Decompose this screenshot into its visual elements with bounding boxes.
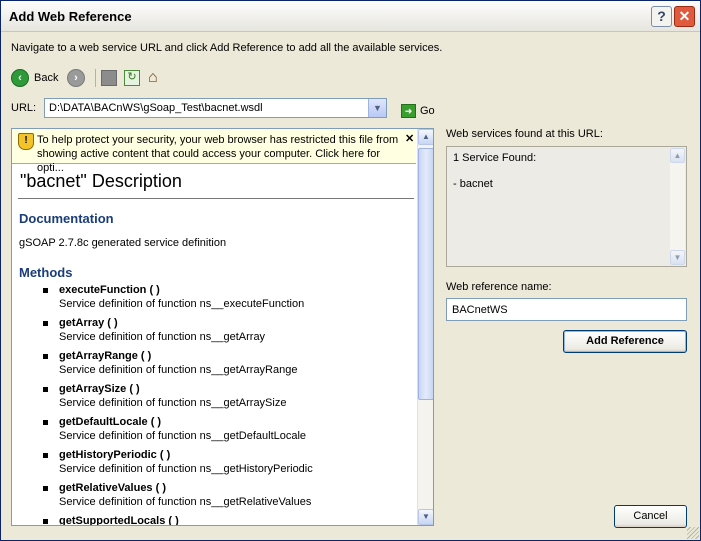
- method-description: Service definition of function ns__getHi…: [59, 463, 313, 475]
- url-label: URL:: [11, 102, 37, 114]
- bullet-icon: [43, 288, 48, 293]
- stop-icon: [101, 70, 117, 86]
- method-list-item: getSupportedLocals ( ): [12, 513, 416, 525]
- home-button[interactable]: ⌂: [148, 68, 158, 88]
- go-button[interactable]: ➜ Go: [401, 104, 435, 118]
- method-parens: ( ): [104, 317, 118, 329]
- method-name-link[interactable]: getDefaultLocale: [59, 416, 148, 428]
- bullet-icon: [43, 453, 48, 458]
- home-icon: ⌂: [148, 69, 158, 86]
- method-description: Service definition of function ns__getAr…: [59, 364, 298, 376]
- bullet-icon: [43, 519, 48, 524]
- method-name-link[interactable]: executeFunction: [59, 284, 146, 296]
- method-description: Service definition of function ns__execu…: [59, 298, 305, 310]
- documentation-text: gSOAP 2.7.8c generated service definitio…: [19, 237, 227, 249]
- method-parens: ( ): [147, 416, 162, 428]
- services-found-list: 1 Service Found: - bacnet ▲ ▼: [446, 146, 687, 267]
- scroll-down-arrow-icon[interactable]: ▼: [418, 509, 433, 525]
- method-description: Service definition of function ns__getDe…: [59, 430, 307, 442]
- instruction-text: Navigate to a web service URL and click …: [11, 42, 443, 54]
- method-list-item: executeFunction ( ) Service definition o…: [12, 282, 416, 314]
- bullet-icon: [43, 354, 48, 359]
- method-parens: ( ): [126, 383, 140, 395]
- forward-arrow-icon: ›: [67, 69, 85, 87]
- method-list-item: getArraySize ( ) Service definition of f…: [12, 381, 416, 413]
- services-scroll-up-icon: ▲: [670, 148, 685, 163]
- method-list-item: getArrayRange ( ) Service definition of …: [12, 348, 416, 380]
- bullet-icon: [43, 321, 48, 326]
- method-name-link[interactable]: getArray: [59, 317, 104, 329]
- browser-vertical-scrollbar[interactable]: ▲ ▼: [417, 129, 433, 525]
- service-item: - bacnet: [453, 178, 493, 190]
- refresh-button[interactable]: ↻: [124, 68, 140, 88]
- method-parens: ( ): [156, 449, 171, 461]
- service-count-text: 1 Service Found:: [453, 152, 537, 164]
- back-arrow-icon: ‹: [11, 69, 29, 87]
- refresh-icon: ↻: [124, 70, 140, 86]
- method-parens: ( ): [137, 350, 152, 362]
- scroll-up-arrow-icon[interactable]: ▲: [418, 129, 433, 145]
- method-name-link[interactable]: getRelativeValues: [59, 482, 153, 494]
- cancel-button[interactable]: Cancel: [614, 505, 687, 528]
- methods-heading: Methods: [19, 265, 73, 280]
- services-scrollbar: ▲ ▼: [670, 148, 685, 265]
- go-label: Go: [420, 105, 435, 117]
- back-label: Back: [34, 72, 59, 84]
- url-value: D:\DATA\BACnWS\gSoap_Test\bacnet.wsdl: [49, 102, 263, 114]
- infobar-close-icon[interactable]: ✕: [405, 132, 414, 145]
- method-description: Service definition of function ns__getAr…: [59, 331, 266, 343]
- resize-grip[interactable]: [687, 527, 699, 539]
- title-divider: [18, 198, 414, 199]
- method-list-item: getHistoryPeriodic ( ) Service definitio…: [12, 447, 416, 479]
- close-button[interactable]: ✕: [674, 6, 695, 27]
- description-title: "bacnet" Description: [20, 171, 182, 191]
- shield-warning-icon: !: [18, 133, 34, 150]
- help-button[interactable]: ?: [651, 6, 672, 27]
- url-combobox[interactable]: D:\DATA\BACnWS\gSoap_Test\bacnet.wsdl ▼: [44, 98, 387, 118]
- back-button[interactable]: ‹ Back: [11, 68, 58, 88]
- forward-button[interactable]: ›: [67, 68, 85, 88]
- method-description: Service definition of function ns__getRe…: [59, 496, 312, 508]
- title-bar: Add Web Reference ? ✕: [1, 1, 700, 32]
- services-scroll-down-icon: ▼: [670, 250, 685, 265]
- bullet-icon: [43, 420, 48, 425]
- method-name-link[interactable]: getHistoryPeriodic: [59, 449, 157, 461]
- method-name-link[interactable]: getSupportedLocals: [59, 515, 165, 525]
- method-description: Service definition of function ns__getAr…: [59, 397, 287, 409]
- method-list-item: getRelativeValues ( ) Service definition…: [12, 480, 416, 512]
- bullet-icon: [43, 486, 48, 491]
- stop-button[interactable]: [101, 68, 117, 88]
- method-list-item: getDefaultLocale ( ) Service definition …: [12, 414, 416, 446]
- web-reference-name-label: Web reference name:: [446, 281, 552, 293]
- toolbar-separator: [95, 69, 96, 87]
- go-arrow-icon: ➜: [401, 104, 416, 118]
- scrollbar-thumb[interactable]: [418, 148, 433, 400]
- security-infobar[interactable]: ! To help protect your security, your we…: [12, 129, 416, 174]
- add-web-reference-dialog: Add Web Reference ? ✕ Navigate to a web …: [0, 0, 701, 541]
- browser-pane: ! To help protect your security, your we…: [11, 128, 434, 526]
- method-parens: ( ): [146, 284, 160, 296]
- url-dropdown-button[interactable]: ▼: [368, 99, 386, 117]
- service-description-content: "bacnet" Description Documentation gSOAP…: [12, 164, 416, 525]
- bullet-icon: [43, 387, 48, 392]
- documentation-heading: Documentation: [19, 211, 114, 226]
- dialog-title: Add Web Reference: [9, 9, 132, 24]
- services-found-label: Web services found at this URL:: [446, 128, 603, 140]
- method-list-item: getArray ( ) Service definition of funct…: [12, 315, 416, 347]
- web-reference-name-input[interactable]: [446, 298, 687, 321]
- add-reference-button[interactable]: Add Reference: [563, 330, 687, 353]
- method-name-link[interactable]: getArrayRange: [59, 350, 138, 362]
- method-parens: ( ): [152, 482, 167, 494]
- method-name-link[interactable]: getArraySize: [59, 383, 126, 395]
- method-parens: ( ): [165, 515, 179, 525]
